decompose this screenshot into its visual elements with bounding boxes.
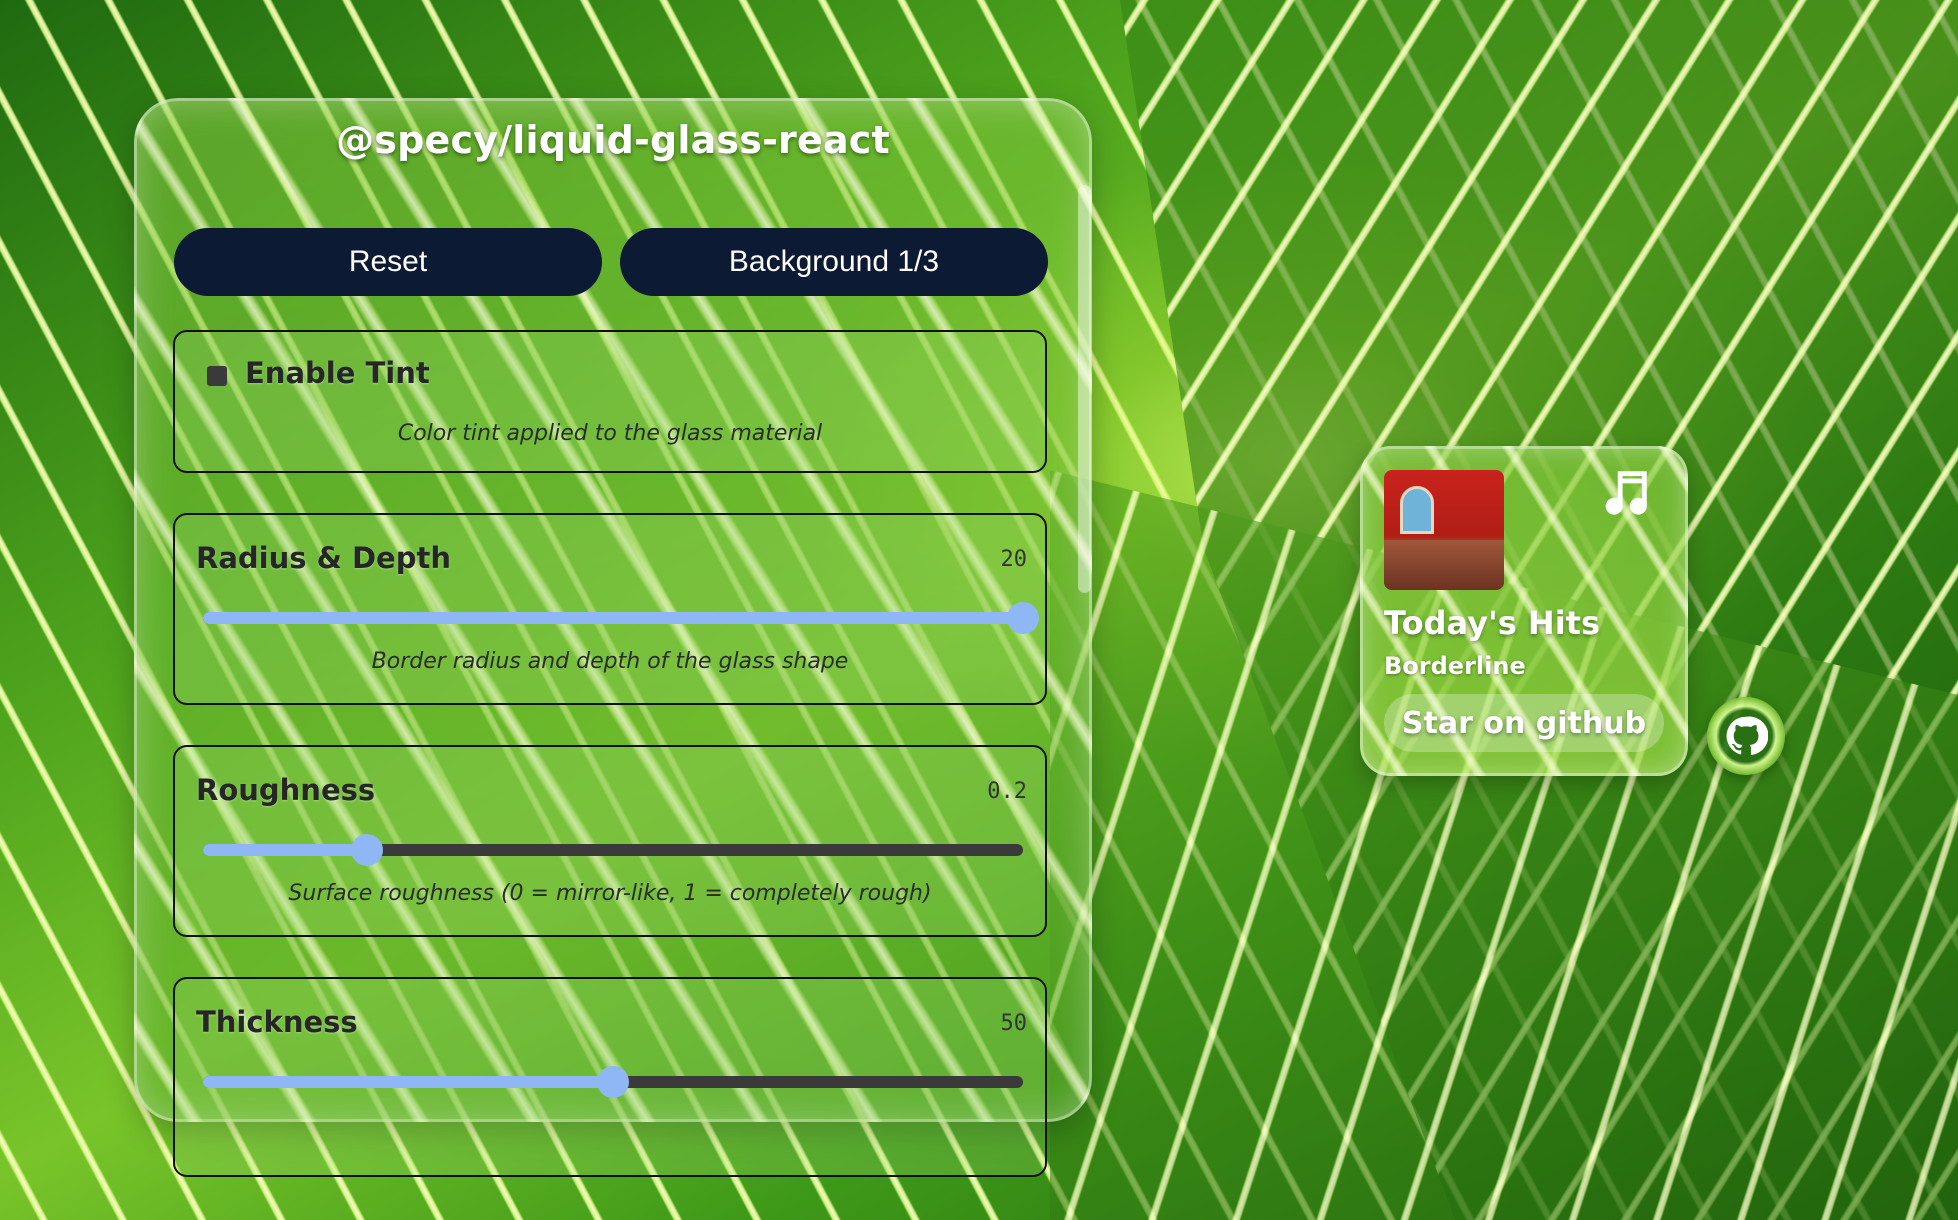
track-artist: Borderline	[1384, 652, 1526, 680]
slider-thumb[interactable]	[1007, 602, 1039, 634]
thickness-label: Thickness	[196, 1005, 358, 1039]
radius-slider[interactable]	[203, 602, 1039, 634]
tint-description: Color tint applied to the glass material	[397, 421, 823, 446]
radius-label: Radius & Depth	[196, 541, 451, 575]
reset-button[interactable]: Reset	[174, 228, 602, 296]
radius-card: Radius & Depth 20 Border radius and dept…	[173, 513, 1047, 705]
slider-fill	[203, 612, 1023, 624]
github-button[interactable]	[1707, 697, 1785, 775]
radius-value: 20	[1000, 547, 1028, 572]
background-button[interactable]: Background 1/3	[620, 228, 1048, 296]
radius-description: Border radius and depth of the glass sha…	[371, 649, 849, 674]
thickness-card: Thickness 50	[173, 977, 1047, 1177]
thickness-value: 50	[1000, 1011, 1028, 1036]
github-icon	[1726, 716, 1768, 755]
roughness-value: 0.2	[987, 779, 1027, 804]
roughness-label: Roughness	[196, 773, 376, 807]
music-widget: Today's Hits Borderline Star on github	[1360, 446, 1688, 776]
tint-label: Enable Tint	[245, 356, 430, 390]
album-art-window	[1400, 486, 1434, 534]
slider-fill	[203, 1076, 613, 1088]
thickness-slider[interactable]	[203, 1066, 1023, 1098]
roughness-slider[interactable]	[203, 834, 1023, 866]
album-art	[1384, 470, 1504, 590]
music-note-icon	[1605, 471, 1647, 515]
slider-fill	[203, 844, 367, 856]
roughness-card: Roughness 0.2 Surface roughness (0 = mir…	[173, 745, 1047, 937]
page-title: @specy/liquid-glass-react	[336, 118, 890, 162]
album-art-floor	[1384, 540, 1504, 590]
star-github-button[interactable]: Star on github	[1384, 694, 1664, 752]
panel-scrollbar[interactable]	[1078, 185, 1091, 593]
tint-checkbox[interactable]	[207, 366, 227, 386]
tint-card: Enable Tint Color tint applied to the gl…	[173, 330, 1047, 473]
slider-thumb[interactable]	[351, 834, 383, 866]
playlist-title: Today's Hits	[1384, 604, 1601, 642]
slider-thumb[interactable]	[597, 1066, 629, 1098]
roughness-description: Surface roughness (0 = mirror-like, 1 = …	[288, 881, 932, 906]
